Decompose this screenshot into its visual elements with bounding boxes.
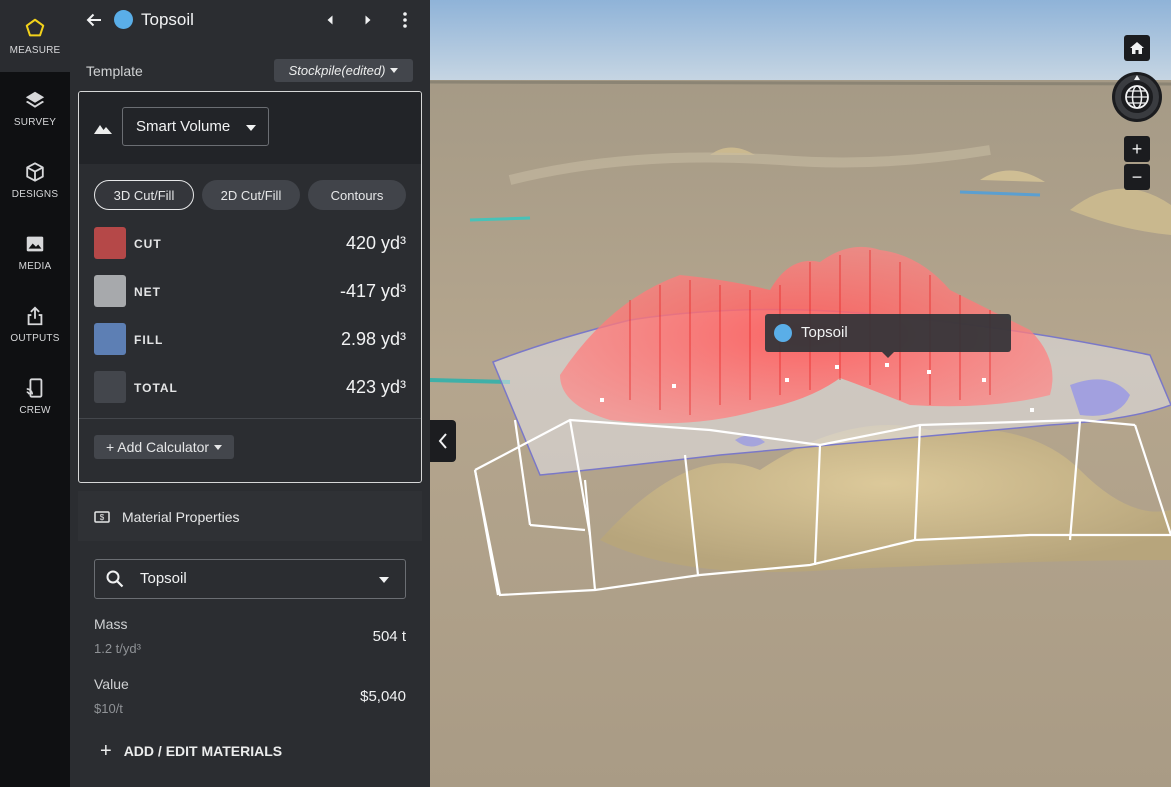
- measurement-color-dot: [114, 10, 133, 29]
- card-divider: [79, 418, 421, 419]
- volume-row-total: TOTAL 423 yd³: [94, 371, 406, 405]
- add-edit-materials-button[interactable]: + ADD / EDIT MATERIALS: [100, 739, 283, 762]
- tab-2d-cut-fill[interactable]: 2D Cut/Fill: [202, 180, 300, 210]
- chevron-left-icon: [438, 433, 447, 449]
- material-select[interactable]: Topsoil: [94, 559, 406, 599]
- material-properties-body: Topsoil Mass 1.2 t/yd³ 504 t Value $10/t…: [78, 541, 422, 783]
- image-icon: [26, 236, 44, 251]
- next-arrow-icon[interactable]: [362, 13, 374, 27]
- value-rate: $10/t: [94, 701, 123, 716]
- layers-icon: [25, 91, 45, 108]
- measurement-color-dot: [774, 324, 792, 342]
- nav-label: DESIGNS: [11, 188, 59, 200]
- value-label: Value: [94, 676, 129, 692]
- money-icon: $: [94, 511, 110, 523]
- row-label: NET: [134, 285, 161, 299]
- plus-icon: +: [100, 739, 112, 762]
- more-options-icon[interactable]: [401, 11, 409, 29]
- site-scene: [430, 0, 1171, 787]
- measurement-label-popup[interactable]: Topsoil: [765, 314, 1011, 358]
- material-properties-title: Material Properties: [122, 509, 240, 525]
- tab-contours[interactable]: Contours: [308, 180, 406, 210]
- home-view-button[interactable]: [1124, 35, 1150, 61]
- total-color-swatch: [94, 371, 126, 403]
- volume-row-fill: FILL 2.98 yd³: [94, 323, 406, 357]
- measure-panel: Topsoil Template Stockpile(edited) Smart…: [70, 0, 430, 787]
- panel-header: Topsoil: [70, 0, 430, 40]
- net-color-swatch[interactable]: [94, 275, 126, 307]
- row-value: -417 yd³: [339, 281, 406, 301]
- add-calculator-label: + Add Calculator: [105, 439, 210, 455]
- nav-outputs[interactable]: OUTPUTS: [0, 288, 70, 360]
- left-nav-rail: MEASURE SURVEY DESIGNS MEDIA OUTPUTS CRE…: [0, 0, 70, 787]
- calculator-type-value: Smart Volume: [136, 118, 231, 135]
- template-value: Stockpile(edited): [288, 63, 386, 78]
- row-label: TOTAL: [134, 381, 178, 395]
- crew-device-icon: [26, 377, 43, 398]
- nav-crew[interactable]: CREW: [0, 360, 70, 432]
- add-edit-materials-label: ADD / EDIT MATERIALS: [123, 743, 283, 759]
- collapse-panel-button[interactable]: [430, 420, 456, 462]
- popup-pointer: [882, 352, 894, 358]
- row-label: CUT: [134, 237, 162, 251]
- compass-button[interactable]: [1112, 72, 1162, 122]
- nav-label: MEDIA: [18, 260, 52, 272]
- template-select[interactable]: Stockpile(edited): [274, 59, 413, 82]
- template-label: Template: [86, 63, 143, 79]
- back-arrow-icon[interactable]: [84, 10, 104, 30]
- export-icon: [27, 305, 43, 325]
- measurement-title: Topsoil: [141, 10, 194, 29]
- row-value: 2.98 yd³: [340, 329, 406, 349]
- volume-calculator-card: Smart Volume 3D Cut/Fill 2D Cut/Fill Con…: [78, 91, 422, 483]
- chevron-down-icon: [246, 125, 256, 131]
- nav-label: CREW: [19, 404, 51, 416]
- cut-color-swatch[interactable]: [94, 227, 126, 259]
- nav-label: SURVEY: [13, 116, 57, 128]
- calculator-type-select[interactable]: Smart Volume: [122, 107, 269, 146]
- 3d-site-viewport[interactable]: [430, 0, 1171, 787]
- globe-compass-icon: [1115, 75, 1159, 119]
- calculator-header: Smart Volume: [79, 92, 421, 164]
- mass-rate: 1.2 t/yd³: [94, 641, 141, 656]
- volume-row-net: NET -417 yd³: [94, 275, 406, 309]
- mountain-icon: [94, 125, 112, 134]
- chevron-down-icon: [379, 577, 389, 583]
- volume-row-cut: CUT 420 yd³: [94, 227, 406, 261]
- home-icon: [1130, 42, 1144, 54]
- nav-label: OUTPUTS: [10, 332, 60, 344]
- material-properties-header: $ Material Properties: [78, 491, 422, 541]
- measurement-label-text: Topsoil: [801, 324, 848, 341]
- add-calculator-button[interactable]: + Add Calculator: [94, 435, 234, 459]
- chevron-down-icon: [390, 68, 399, 73]
- value-value: $5,040: [360, 688, 406, 705]
- zoom-out-button[interactable]: −: [1124, 164, 1150, 190]
- fill-color-swatch[interactable]: [94, 323, 126, 355]
- previous-arrow-icon[interactable]: [324, 13, 336, 27]
- chevron-down-icon: [214, 444, 223, 450]
- nav-designs[interactable]: DESIGNS: [0, 144, 70, 216]
- row-value: 420 yd³: [345, 233, 406, 253]
- plus-icon: +: [1131, 138, 1143, 159]
- mass-value: 504 t: [372, 628, 406, 645]
- nav-measure[interactable]: MEASURE: [0, 0, 70, 72]
- pentagon-icon: [25, 18, 45, 36]
- nav-survey[interactable]: SURVEY: [0, 72, 70, 144]
- tab-3d-cut-fill[interactable]: 3D Cut/Fill: [94, 180, 194, 210]
- mass-label: Mass: [94, 616, 128, 632]
- cube-icon: [26, 161, 44, 182]
- row-label: FILL: [134, 333, 164, 347]
- search-icon: [106, 570, 124, 588]
- nav-media[interactable]: MEDIA: [0, 216, 70, 288]
- svg-text:$: $: [100, 513, 105, 522]
- nav-label: MEASURE: [9, 44, 61, 56]
- material-select-value: Topsoil: [140, 570, 187, 587]
- row-value: 423 yd³: [345, 377, 406, 397]
- minus-icon: −: [1131, 166, 1143, 187]
- zoom-in-button[interactable]: +: [1124, 136, 1150, 162]
